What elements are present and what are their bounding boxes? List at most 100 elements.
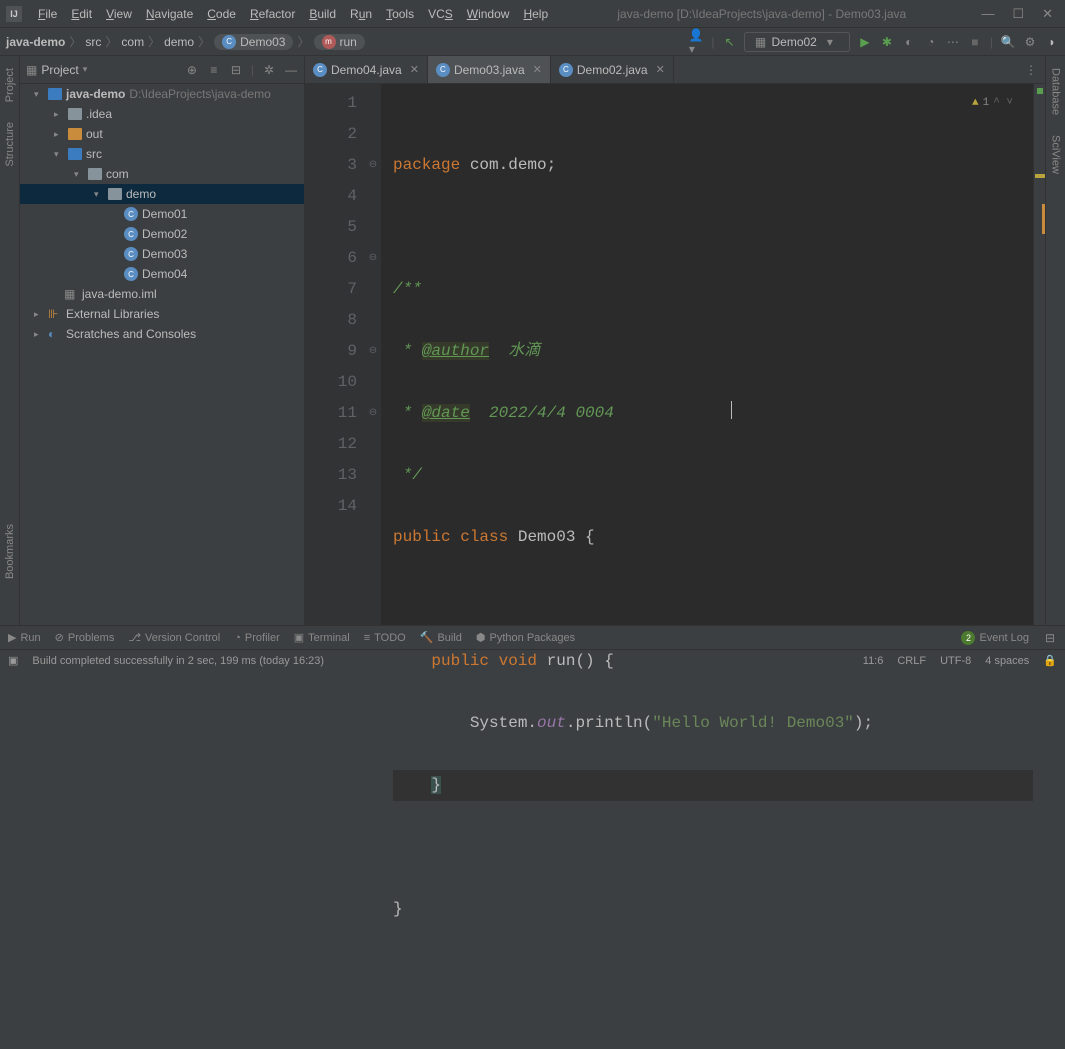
code-editor[interactable]: ▲1 ^ ˅ package com.demo; /** * @author 水… [381, 84, 1033, 625]
tree-file-3[interactable]: CDemo04 [20, 264, 304, 284]
inspections-widget[interactable]: ▲1 ^ ˅ [972, 88, 1013, 119]
close-icon[interactable]: ✕ [656, 63, 665, 76]
status-message: Build completed successfully in 2 sec, 1… [32, 655, 324, 667]
stripe-change [1042, 204, 1045, 234]
menu-tools[interactable]: Tools [380, 5, 420, 23]
sidebtn-sciview[interactable]: SciView [1050, 131, 1062, 178]
window-title: java-demo [D:\IdeaProjects\java-demo] - … [554, 7, 969, 21]
build-hammer-icon[interactable]: ↖ [722, 35, 736, 49]
bottom-problems[interactable]: ⊘ Problems [55, 631, 115, 644]
menu-view[interactable]: View [100, 5, 138, 23]
search-icon[interactable]: 🔍 [1001, 35, 1015, 49]
bottom-terminal[interactable]: ▣ Terminal [294, 631, 350, 644]
sidebtn-project[interactable]: Project [4, 64, 16, 106]
app-icon: IJ [6, 6, 22, 22]
folder-icon [48, 88, 62, 100]
bottom-vcs[interactable]: ⎇ Version Control [128, 631, 220, 644]
tree-iml[interactable]: ▦java-demo.iml [20, 284, 304, 304]
menu-run[interactable]: Run [344, 5, 378, 23]
tree-file-0[interactable]: CDemo01 [20, 204, 304, 224]
run-button[interactable]: ▶ [858, 35, 872, 49]
tab-menu-icon[interactable]: ⋮ [1017, 56, 1045, 83]
bottom-run[interactable]: ▶ Run [8, 631, 41, 644]
class-icon: C [124, 267, 138, 281]
bottom-more-icon[interactable]: ⊟ [1043, 631, 1057, 645]
folder-icon [88, 168, 102, 180]
menu-refactor[interactable]: Refactor [244, 5, 301, 23]
collapse-icon[interactable]: ⊟ [229, 63, 243, 77]
error-stripe[interactable] [1033, 84, 1045, 625]
menu-file[interactable]: File [32, 5, 63, 23]
menu-code[interactable]: Code [201, 5, 242, 23]
iml-icon: ▦ [64, 287, 78, 301]
status-lock-icon[interactable]: 🔒 [1043, 654, 1057, 667]
fold-strip: ⊖ ⊖ ⊖ ⊖ [365, 84, 381, 625]
attach-button[interactable]: ⋯ [946, 35, 960, 49]
editor-area: C Demo04.java ✕ C Demo03.java ✕ C Demo02… [305, 56, 1045, 625]
crumb-demo[interactable]: demo [164, 35, 194, 49]
folder-icon [108, 188, 122, 200]
panel-settings-icon[interactable]: ✲ [262, 63, 276, 77]
sidebtn-bookmarks[interactable]: Bookmarks [4, 520, 16, 583]
tree-file-2[interactable]: CDemo03 [20, 244, 304, 264]
sidebtn-database[interactable]: Database [1050, 64, 1062, 119]
menu-help[interactable]: Help [517, 5, 554, 23]
crumb-method[interactable]: mrun [314, 34, 365, 50]
plugin-icon[interactable]: ◗ [1045, 35, 1059, 49]
bottom-profiler[interactable]: ◔ Profiler [234, 632, 280, 644]
maximize-button[interactable]: ☐ [1012, 6, 1024, 22]
run-config-select[interactable]: ▦ Demo02 ▾ [744, 32, 849, 52]
folder-icon [68, 148, 82, 160]
close-icon[interactable]: ✕ [533, 63, 542, 76]
nav-tools: 👤▾ | ↖ ▦ Demo02 ▾ ▶ ✱ ◐ ◔ ⋯ ■ | 🔍 ⚙ ◗ [689, 32, 1059, 52]
text-cursor [731, 401, 732, 419]
hide-panel-icon[interactable]: — [284, 63, 298, 77]
config-icon: ▦ [753, 35, 767, 49]
class-icon: C [124, 207, 138, 221]
crumb-src[interactable]: src [85, 35, 101, 49]
menu-navigate[interactable]: Navigate [140, 5, 199, 23]
debug-button[interactable]: ✱ [880, 35, 894, 49]
stop-button[interactable]: ■ [968, 35, 982, 49]
tree-demo[interactable]: ▾ demo [20, 184, 304, 204]
minimize-button[interactable]: — [981, 6, 994, 22]
settings-icon[interactable]: ⚙ [1023, 35, 1037, 49]
class-icon: C [222, 35, 236, 49]
titlebar: IJ File Edit View Navigate Code Refactor… [0, 0, 1065, 28]
menu-window[interactable]: Window [461, 5, 516, 23]
tab-demo04[interactable]: C Demo04.java ✕ [305, 56, 428, 83]
close-button[interactable]: ✕ [1042, 6, 1053, 22]
tree-com[interactable]: ▾ com [20, 164, 304, 184]
tree-extlibs[interactable]: ▸⊪External Libraries [20, 304, 304, 324]
tab-demo02[interactable]: C Demo02.java ✕ [551, 56, 674, 83]
class-icon: C [124, 227, 138, 241]
crumb-com[interactable]: com [121, 35, 144, 49]
tab-demo03[interactable]: C Demo03.java ✕ [428, 56, 551, 83]
library-icon: ⊪ [48, 307, 62, 321]
coverage-button[interactable]: ◐ [902, 35, 916, 49]
folder-icon [68, 128, 82, 140]
tree-src[interactable]: ▾ src [20, 144, 304, 164]
class-icon: C [436, 63, 450, 77]
sidebtn-structure[interactable]: Structure [4, 118, 16, 171]
stripe-marker [1037, 88, 1043, 94]
profile-button[interactable]: ◔ [924, 35, 938, 49]
navbar: java-demo 〉 src 〉 com 〉 demo 〉 CDemo03 〉… [0, 28, 1065, 56]
select-opened-icon[interactable]: ⊕ [185, 63, 199, 77]
close-icon[interactable]: ✕ [410, 63, 419, 76]
tree-out[interactable]: ▸ out [20, 124, 304, 144]
tree-root[interactable]: ▾ java-demo D:\IdeaProjects\java-demo [20, 84, 304, 104]
tree-scratches[interactable]: ▸◐Scratches and Consoles [20, 324, 304, 344]
status-sidebar-icon[interactable]: ▣ [8, 654, 18, 667]
tree-idea[interactable]: ▸ .idea [20, 104, 304, 124]
menu-bar: File Edit View Navigate Code Refactor Bu… [28, 5, 554, 23]
panel-title[interactable]: ▦ Project ▾ [26, 63, 179, 77]
menu-build[interactable]: Build [303, 5, 342, 23]
crumb-class[interactable]: CDemo03 [214, 34, 293, 50]
menu-edit[interactable]: Edit [65, 5, 98, 23]
menu-vcs[interactable]: VCS [422, 5, 459, 23]
crumb-project[interactable]: java-demo [6, 35, 65, 49]
expand-icon[interactable]: ≡ [207, 63, 221, 77]
tree-file-1[interactable]: CDemo02 [20, 224, 304, 244]
user-icon[interactable]: 👤▾ [689, 35, 703, 49]
